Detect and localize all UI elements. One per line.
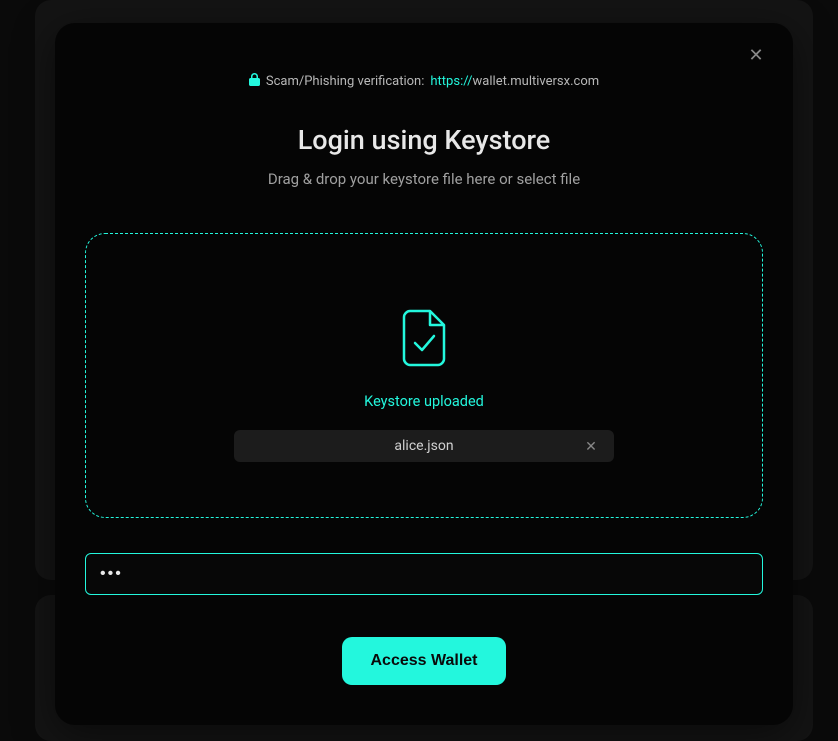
modal-subtitle: Drag & drop your keystore file here or s…: [85, 170, 763, 188]
lock-icon: [249, 73, 260, 89]
verification-row: Scam/Phishing verification: https://wall…: [85, 73, 763, 89]
keystore-dropzone[interactable]: Keystore uploaded alice.json ✕: [85, 233, 763, 518]
verification-url-domain: wallet.multiversx.com: [473, 74, 600, 89]
login-modal: ✕ Scam/Phishing verification: https://wa…: [55, 23, 793, 725]
file-chip: alice.json ✕: [234, 430, 614, 462]
file-name: alice.json: [250, 438, 598, 454]
remove-icon: ✕: [585, 438, 597, 455]
verification-url-protocol: https://: [430, 74, 472, 89]
password-input[interactable]: [85, 553, 763, 595]
modal-title: Login using Keystore: [85, 124, 763, 156]
verification-url-link[interactable]: https://wallet.multiversx.com: [430, 74, 599, 89]
button-row: Access Wallet: [85, 637, 763, 685]
verification-label: Scam/Phishing verification:: [266, 74, 425, 89]
remove-file-button[interactable]: ✕: [582, 437, 600, 455]
upload-status: Keystore uploaded: [364, 393, 484, 410]
close-button[interactable]: ✕: [744, 43, 768, 67]
access-wallet-button[interactable]: Access Wallet: [342, 637, 505, 685]
file-check-icon: [400, 309, 448, 371]
close-icon: ✕: [748, 45, 763, 66]
